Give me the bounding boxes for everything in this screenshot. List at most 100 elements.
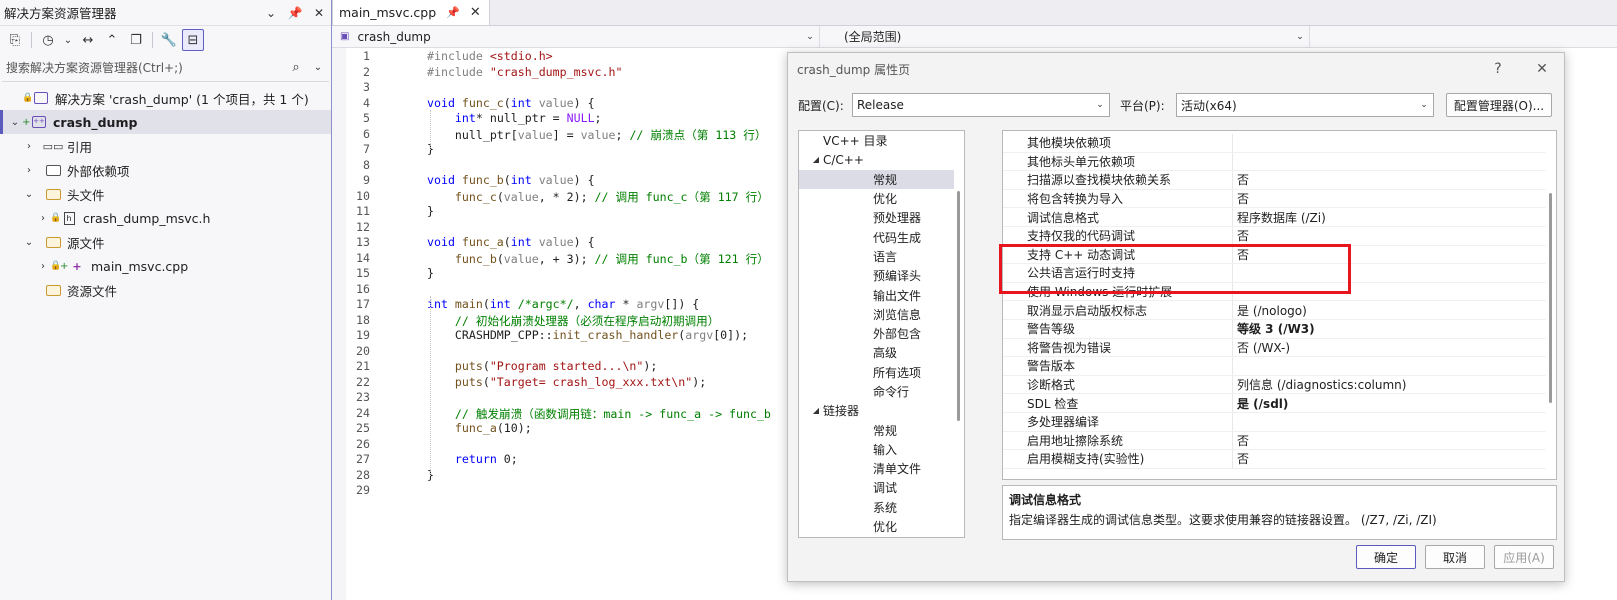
property-row[interactable]: 其他标头单元依赖项: [1003, 152, 1546, 172]
nav-tree-item[interactable]: 外部包含: [799, 324, 964, 343]
tree-item[interactable]: › ▭▭ 引用: [0, 134, 331, 158]
chevron-right-icon[interactable]: ›: [36, 213, 50, 224]
property-row[interactable]: 其他模块依赖项: [1003, 134, 1546, 153]
property-nav-tree[interactable]: VC++ 目录 ◢ C/C++ 常规 优化 预处理器 代码生成 语言 预编译头 输出文件 浏览信息外…: [798, 130, 965, 538]
tree-item[interactable]: › 🔒 h crash_dump_msvc.h: [0, 206, 331, 230]
nav-tree-item[interactable]: 代码生成: [799, 227, 964, 246]
code-line[interactable]: // 初始化崩溃处理器（必须在程序启动初期调用）: [427, 313, 719, 329]
expand-triangle-icon[interactable]: ◢: [809, 406, 823, 415]
config-select[interactable]: Release ⌄: [852, 93, 1110, 117]
property-row[interactable]: SDL 检查是 (/sdl): [1003, 394, 1546, 413]
property-row[interactable]: 支持仅我的代码调试否: [1003, 227, 1546, 246]
platform-select[interactable]: 活动(x64) ⌄: [1176, 93, 1434, 117]
property-value[interactable]: 等级 3 (/W3): [1233, 320, 1315, 337]
code-line[interactable]: int main(int /*argc*/, char * argv[]) {: [427, 297, 699, 311]
property-row[interactable]: 启用地址擦除系统否: [1003, 431, 1546, 451]
code-line[interactable]: }: [427, 204, 434, 218]
search-icon[interactable]: ⌕: [285, 60, 307, 75]
scope-dropdown[interactable]: (全局范围) ⌄: [820, 25, 1310, 48]
chevron-down-icon[interactable]: ⌄: [22, 237, 36, 248]
show-all-files-icon[interactable]: ❐: [125, 29, 147, 51]
chevron-right-icon[interactable]: ›: [22, 165, 36, 176]
nav-tree-item[interactable]: 预处理器: [799, 208, 964, 227]
chevron-down-icon[interactable]: ⌄: [307, 62, 329, 73]
nav-scrollbar-thumb[interactable]: [957, 191, 960, 421]
code-line[interactable]: void func_b(int value) {: [427, 173, 595, 187]
tree-item[interactable]: 资源文件: [0, 278, 331, 302]
pin-icon[interactable]: 📌: [446, 6, 460, 19]
nav-tree-item[interactable]: 调试: [799, 478, 964, 497]
collapse-all-icon[interactable]: ⌃: [101, 29, 123, 51]
property-value[interactable]: 是 (/nologo): [1233, 302, 1307, 319]
grid-scrollbar-thumb[interactable]: [1549, 193, 1552, 403]
property-value[interactable]: 否: [1233, 227, 1249, 244]
tree-item[interactable]: ⌄ 头文件: [0, 182, 331, 206]
solution-search-input[interactable]: 搜索解决方案资源管理器(Ctrl+;): [6, 59, 285, 76]
nav-tree-item[interactable]: 高级: [799, 343, 964, 362]
code-line[interactable]: int* null_ptr = NULL;: [427, 111, 602, 125]
chevron-down-icon[interactable]: ⌄: [8, 117, 22, 128]
tab-main-msvc-cpp[interactable]: main_msvc.cpp 📌 ✕: [332, 0, 490, 25]
nav-tree-item[interactable]: 输入: [799, 440, 964, 459]
switch-views-icon[interactable]: ⎘: [4, 29, 26, 51]
code-line[interactable]: CRASHDMP_CPP::init_crash_handler(argv[0]…: [427, 328, 748, 342]
expand-triangle-icon[interactable]: ◢: [809, 155, 823, 164]
property-row[interactable]: 将包含转换为导入否: [1003, 189, 1546, 209]
property-value[interactable]: 否 (/WX-): [1233, 339, 1290, 356]
nav-scrollbar[interactable]: [954, 131, 964, 537]
chevron-down-icon[interactable]: ⌄: [61, 29, 75, 51]
tree-item[interactable]: › 🔒 + + main_msvc.cpp: [0, 254, 331, 278]
tree-item[interactable]: › 外部依赖项: [0, 158, 331, 182]
property-value[interactable]: 否: [1233, 171, 1249, 188]
nav-tree-item[interactable]: 优化: [799, 517, 964, 536]
nav-tree-item[interactable]: 清单文件: [799, 459, 964, 478]
chevron-down-icon[interactable]: ⌄: [259, 6, 283, 20]
nav-tree-item[interactable]: 输出文件: [799, 285, 964, 304]
solution-search-box[interactable]: 搜索解决方案资源管理器(Ctrl+;) ⌕ ⌄: [2, 54, 329, 82]
ok-button[interactable]: 确定: [1356, 545, 1416, 569]
code-line[interactable]: null_ptr[value] = value; // 崩溃点（第 113 行）: [427, 127, 767, 143]
property-row[interactable]: 启用模糊支持(实验性) 否: [1003, 450, 1546, 469]
pin-icon[interactable]: 📌: [283, 6, 307, 20]
property-row[interactable]: 警告版本: [1003, 357, 1546, 376]
property-row[interactable]: 诊断格式 列信息 (/diagnostics:column): [1003, 375, 1546, 395]
nav-tree-item[interactable]: 语言: [799, 247, 964, 266]
property-value[interactable]: 否: [1233, 190, 1249, 207]
close-icon[interactable]: ✕: [307, 6, 331, 20]
property-value[interactable]: 否: [1233, 450, 1249, 467]
apply-button[interactable]: 应用(A): [1494, 545, 1554, 569]
code-line[interactable]: }: [427, 266, 434, 280]
property-row[interactable]: 将警告视为错误否 (/WX-): [1003, 338, 1546, 358]
chevron-right-icon[interactable]: ›: [36, 261, 50, 272]
property-grid[interactable]: 其他模块依赖项 其他标头单元依赖项 扫描源以查找模块依赖关系否将包含转换为导入否调试…: [1002, 130, 1557, 480]
property-row[interactable]: 取消显示启动版权标志是 (/nologo): [1003, 301, 1546, 320]
cancel-button[interactable]: 取消: [1425, 545, 1485, 569]
sync-icon[interactable]: ↔: [77, 29, 99, 51]
code-line[interactable]: #include "crash_dump_msvc.h": [427, 65, 622, 79]
tree-item[interactable]: ⌄ + ++ crash_dump: [0, 110, 331, 134]
nav-tree-item[interactable]: ◢ 链接器: [799, 401, 964, 420]
preview-selected-icon[interactable]: ⊟: [182, 29, 204, 51]
property-value[interactable]: 否: [1233, 432, 1249, 449]
property-row[interactable]: 扫描源以查找模块依赖关系否: [1003, 171, 1546, 190]
grid-scrollbar[interactable]: [1546, 131, 1556, 479]
tree-item[interactable]: ⌄ 源文件: [0, 230, 331, 254]
nav-tree-item[interactable]: 优化: [799, 189, 964, 208]
code-line[interactable]: func_c(value, * 2); // 调用 func_c（第 117 行…: [427, 189, 769, 205]
nav-tree-item[interactable]: VC++ 目录: [799, 131, 964, 150]
property-value[interactable]: 列信息 (/diagnostics:column): [1233, 376, 1406, 393]
nav-tree-item[interactable]: 常规: [799, 420, 964, 439]
code-line[interactable]: return 0;: [427, 452, 518, 466]
code-line[interactable]: // 触发崩溃（函数调用链：main -> func_a -> func_b: [427, 406, 771, 422]
nav-tree-item[interactable]: 系统: [799, 498, 964, 517]
property-row[interactable]: 多处理器编译: [1003, 413, 1546, 432]
code-line[interactable]: void func_c(int value) {: [427, 96, 595, 110]
code-line[interactable]: func_b(value, + 3); // 调用 func_b（第 121 行…: [427, 251, 769, 267]
code-line[interactable]: puts("Program started...\n");: [427, 359, 657, 373]
pending-changes-icon[interactable]: ◷: [37, 29, 59, 51]
nav-tree-item[interactable]: 常规: [799, 169, 964, 189]
nav-tree-item[interactable]: 预编译头: [799, 266, 964, 285]
code-line[interactable]: func_a(10);: [427, 421, 532, 435]
nav-tree-item[interactable]: 命令行: [799, 382, 964, 401]
code-line[interactable]: void func_a(int value) {: [427, 235, 595, 249]
